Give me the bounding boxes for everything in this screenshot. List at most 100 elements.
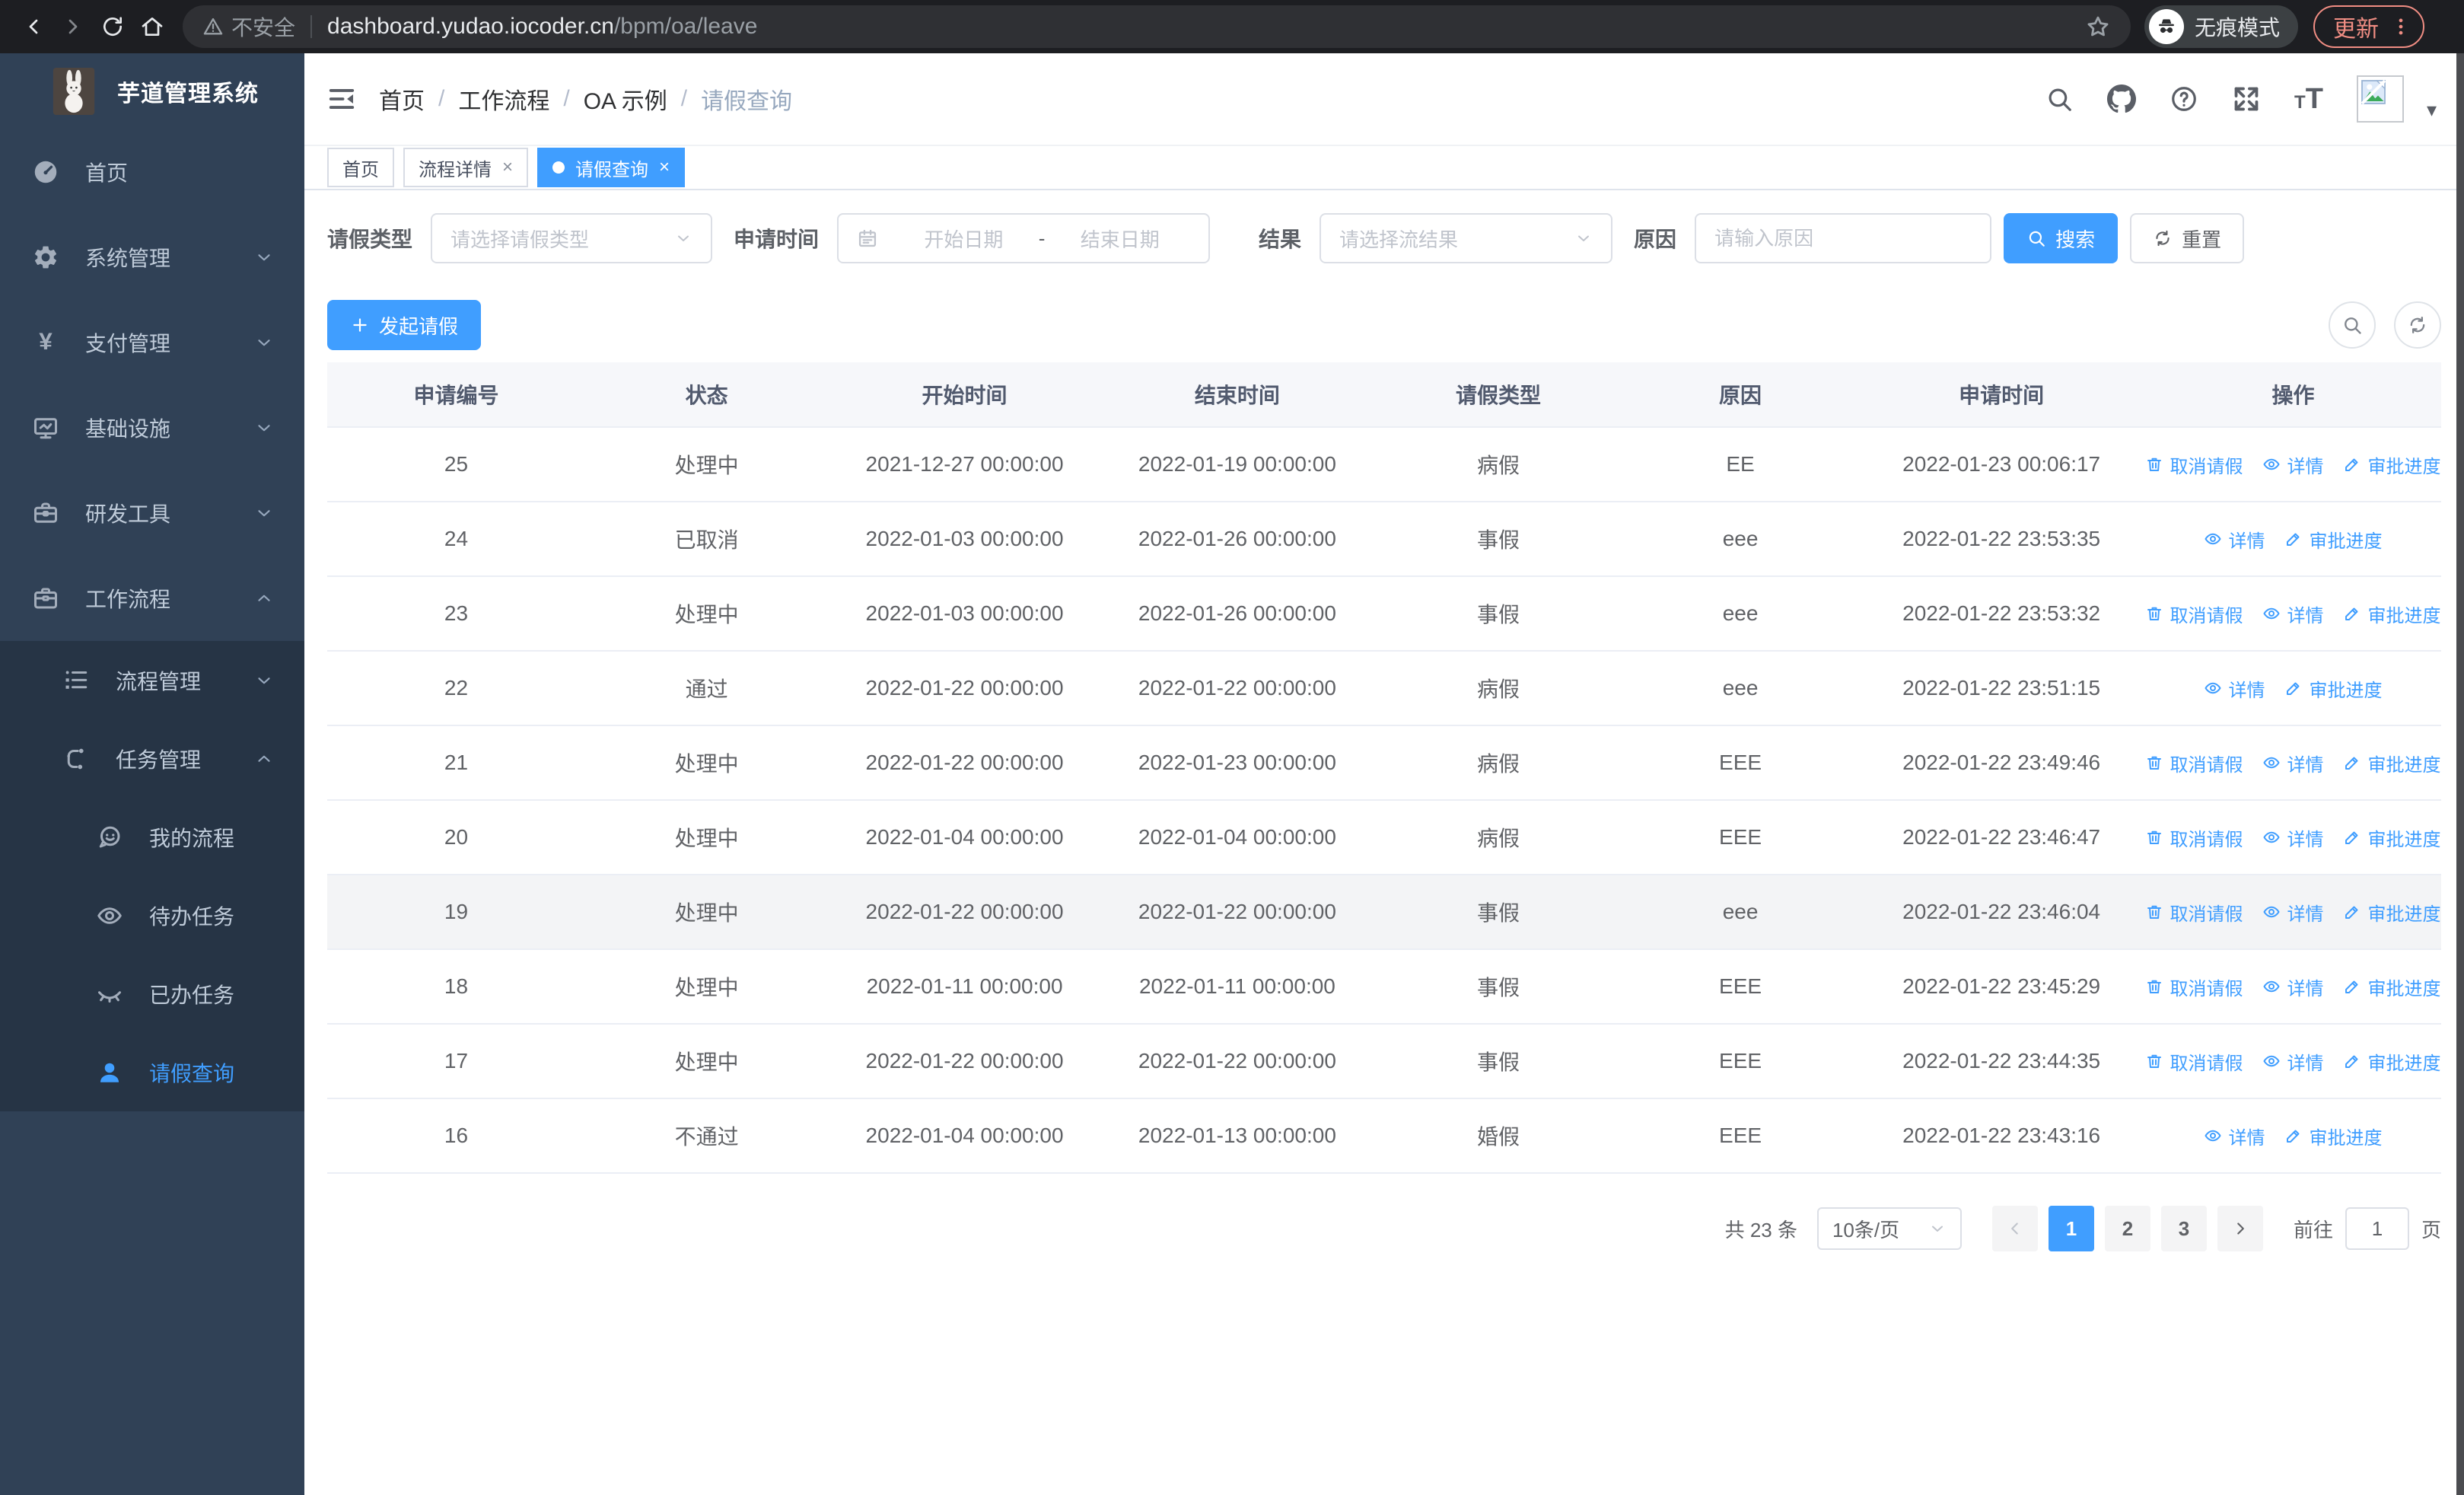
sidebar-item-任务管理[interactable]: 任务管理 (0, 719, 304, 798)
approval-progress-link[interactable]: 审批进度 (2343, 451, 2440, 478)
page-size-select[interactable]: 10条/页 (1816, 1207, 1962, 1250)
detail-link[interactable]: 详情 (2204, 526, 2265, 553)
back-icon[interactable] (14, 7, 53, 46)
apply-time-range-picker[interactable]: 开始日期 - 结束日期 (837, 213, 1211, 263)
eye-icon (2204, 679, 2222, 697)
sidebar-item-支付管理[interactable]: ¥ 支付管理 (0, 300, 304, 385)
sidebar-item-已办任务[interactable]: 已办任务 (0, 955, 304, 1033)
sidebar-item-首页[interactable]: 首页 (0, 129, 304, 215)
detail-link[interactable]: 详情 (2262, 824, 2323, 851)
sidebar-item-工作流程[interactable]: 工作流程 (0, 556, 304, 641)
tab-请假查询[interactable]: 请假查询 × (537, 148, 686, 187)
table-cell: 处理中 (674, 454, 739, 477)
table-cell: 2022-01-23 00:00:00 (1138, 751, 1336, 774)
avatar-caret-icon[interactable]: ▾ (2427, 98, 2437, 122)
goto-label: 前往 (2293, 1218, 2333, 1242)
approval-progress-link[interactable]: 审批进度 (2343, 974, 2440, 1000)
sidebar-item-label: 首页 (85, 161, 129, 185)
detail-link[interactable]: 详情 (2262, 1048, 2323, 1075)
detail-link[interactable]: 详情 (2262, 750, 2323, 776)
approval-progress-link[interactable]: 审批进度 (2343, 824, 2440, 851)
approval-progress-link[interactable]: 审批进度 (2284, 1123, 2382, 1149)
toggle-search-button[interactable] (2329, 301, 2376, 349)
reload-icon[interactable] (93, 7, 132, 46)
result-select[interactable]: 请选择流结果 (1320, 213, 1613, 263)
reason-input[interactable] (1695, 213, 1992, 263)
detail-link[interactable]: 详情 (2262, 899, 2323, 926)
sidebar-item-我的流程[interactable]: 我的流程 (0, 798, 304, 876)
yen-icon: ¥ (30, 329, 61, 356)
search-button[interactable]: 搜索 (2004, 213, 2119, 263)
sidebar-item-待办任务[interactable]: 待办任务 (0, 876, 304, 955)
prev-page-button[interactable] (1991, 1206, 2038, 1251)
refresh-table-button[interactable] (2394, 301, 2441, 349)
cancel-leave-link[interactable]: 取消请假 (2145, 451, 2243, 478)
bookmark-star-icon[interactable] (2085, 14, 2111, 40)
sidebar-item-请假查询[interactable]: 请假查询 (0, 1033, 304, 1111)
chevron-down-icon (254, 418, 274, 438)
page-button-3[interactable]: 3 (2160, 1206, 2207, 1251)
app-logo[interactable]: 芋道管理系统 (0, 53, 304, 129)
search-icon[interactable] (2045, 84, 2074, 113)
breadcrumb-item[interactable]: 首页 (379, 82, 425, 116)
leave-type-select[interactable]: 请选择请假类型 (431, 213, 713, 263)
detail-link[interactable]: 详情 (2262, 601, 2323, 627)
tab-首页[interactable]: 首页 (327, 148, 394, 187)
user-avatar[interactable] (2356, 75, 2404, 123)
breadcrumb-item[interactable]: OA 示例 (584, 82, 667, 116)
close-icon[interactable]: × (502, 157, 513, 178)
reset-button[interactable]: 重置 (2130, 213, 2245, 263)
approval-progress-link[interactable]: 审批进度 (2284, 526, 2382, 553)
approval-progress-link[interactable]: 审批进度 (2343, 601, 2440, 627)
page-scrollbar[interactable] (2456, 53, 2464, 1495)
page-button-1[interactable]: 1 (2048, 1206, 2094, 1251)
detail-link[interactable]: 详情 (2204, 1123, 2265, 1149)
cancel-leave-link[interactable]: 取消请假 (2145, 899, 2243, 926)
approval-progress-link[interactable]: 审批进度 (2343, 899, 2440, 926)
detail-link[interactable]: 详情 (2262, 451, 2323, 478)
update-button[interactable]: 更新 (2313, 5, 2425, 48)
sidebar-item-流程管理[interactable]: 流程管理 (0, 641, 304, 719)
github-icon[interactable] (2107, 84, 2137, 113)
cancel-leave-link[interactable]: 取消请假 (2145, 750, 2243, 776)
browser-menu-icon[interactable] (2389, 15, 2412, 38)
close-icon[interactable]: × (659, 157, 670, 178)
forward-icon[interactable] (53, 7, 93, 46)
chevron-up-icon (254, 749, 274, 769)
date-end-placeholder: 结束日期 (1080, 228, 1160, 251)
detail-link[interactable]: 详情 (2204, 675, 2265, 702)
help-icon[interactable] (2170, 84, 2198, 113)
table-cell: 不通过 (674, 1125, 739, 1149)
address-bar[interactable]: 不安全 dashboard.yudao.iocoder.cn/bpm/oa/le… (183, 5, 2131, 48)
cancel-leave-link[interactable]: 取消请假 (2145, 974, 2243, 1000)
approval-progress-link[interactable]: 审批进度 (2284, 675, 2382, 702)
cancel-leave-link[interactable]: 取消请假 (2145, 601, 2243, 627)
table-cell: eee (1722, 676, 1759, 700)
table-cell: 事假 (1476, 528, 1520, 552)
font-size-icon[interactable]: TT (2294, 83, 2323, 116)
fullscreen-icon[interactable] (2232, 84, 2261, 113)
table-cell: 2022-01-22 23:53:32 (1902, 601, 2101, 625)
detail-link[interactable]: 详情 (2262, 974, 2323, 1000)
table-cell: 婚假 (1476, 1125, 1520, 1149)
sidebar-item-基础设施[interactable]: 基础设施 (0, 385, 304, 470)
home-icon[interactable] (132, 7, 172, 46)
breadcrumb-item[interactable]: 工作流程 (458, 82, 549, 116)
sidebar-item-系统管理[interactable]: 系统管理 (0, 215, 304, 300)
cancel-leave-link[interactable]: 取消请假 (2145, 1048, 2243, 1075)
eye-icon (2262, 1052, 2281, 1070)
action-label: 取消请假 (2170, 456, 2243, 477)
sidebar-item-label: 支付管理 (85, 332, 171, 355)
eye-icon (2204, 1127, 2222, 1145)
approval-progress-link[interactable]: 审批进度 (2343, 1048, 2440, 1075)
next-page-button[interactable] (2217, 1206, 2263, 1251)
page-button-2[interactable]: 2 (2104, 1206, 2150, 1251)
create-leave-button[interactable]: 发起请假 (327, 300, 482, 350)
tab-流程详情[interactable]: 流程详情 × (403, 148, 529, 187)
goto-page-input[interactable] (2345, 1207, 2409, 1250)
sidebar-item-研发工具[interactable]: 研发工具 (0, 470, 304, 556)
table-cell: 2022-01-22 23:46:47 (1902, 825, 2101, 849)
approval-progress-link[interactable]: 审批进度 (2343, 750, 2440, 776)
menu-fold-icon[interactable] (327, 84, 356, 113)
cancel-leave-link[interactable]: 取消请假 (2145, 824, 2243, 851)
